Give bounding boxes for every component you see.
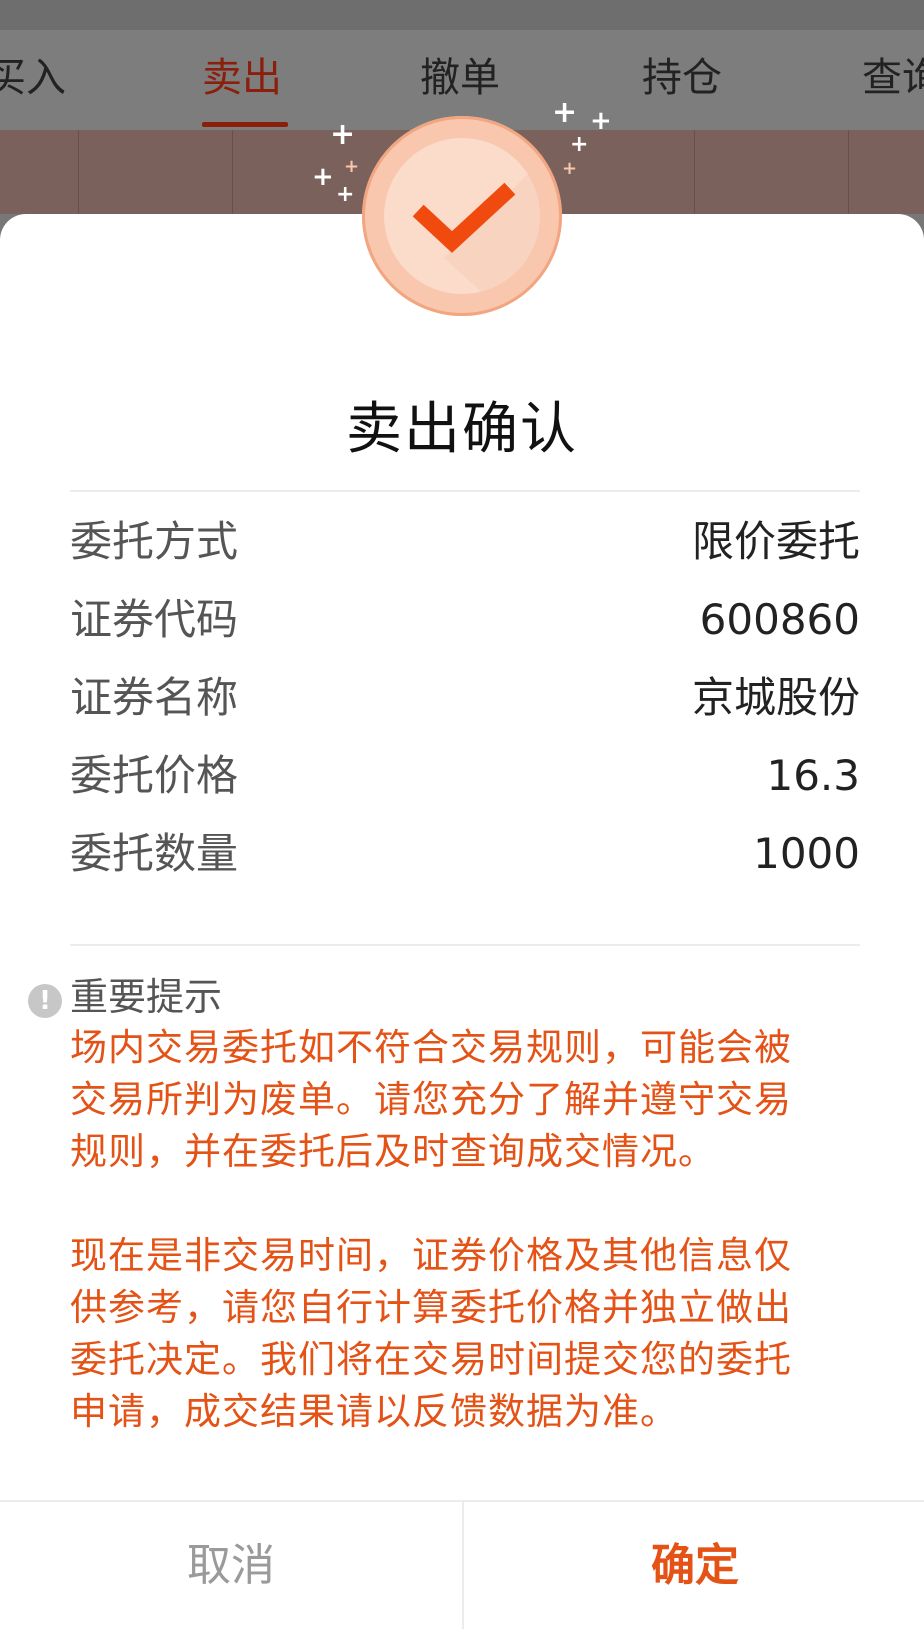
info-icon: !: [28, 984, 62, 1018]
notice-line: 现在是非交易时间，证券价格及其他信息仅: [70, 1234, 792, 1277]
divider: [70, 944, 860, 946]
notice-line: 供参考，请您自行计算委托价格并独立做出: [70, 1286, 792, 1329]
divider: [70, 490, 860, 492]
dialog-title: 卖出确认: [346, 397, 578, 462]
notice-title: 重要提示: [70, 975, 223, 1019]
tab-query[interactable]: 查询: [862, 48, 924, 108]
tab-buy[interactable]: 买入: [0, 48, 66, 108]
row-value: 限价委托: [691, 517, 860, 566]
notice-line: 规则，并在委托后及时查询成交情况。: [70, 1130, 716, 1173]
order-quantity-row: 委托数量 1000: [70, 816, 860, 892]
sparkle-icon: +: [336, 182, 355, 207]
sparkle-icon: +: [330, 117, 356, 152]
notice-line: 委托决定。我们将在交易时间提交您的委托: [70, 1338, 792, 1381]
sparkle-icon: +: [312, 162, 334, 192]
order-type-row: 委托方式 限价委托: [70, 504, 860, 580]
confirm-button[interactable]: 确定: [462, 1502, 924, 1629]
notice-line: 申请，成交结果请以反馈数据为准。: [70, 1390, 678, 1433]
row-label: 证券代码: [70, 595, 239, 644]
tab-cancel-order[interactable]: 撤单: [420, 48, 500, 108]
success-badge: [362, 116, 562, 316]
security-code-row: 证券代码 600860: [70, 582, 860, 658]
row-value: 京城股份: [691, 673, 860, 722]
row-value: 16.3: [766, 751, 860, 800]
active-tab-indicator: [202, 122, 288, 127]
row-label: 委托数量: [70, 829, 239, 878]
trade-tab-bar: 买入 卖出 撤单 持仓 查询: [0, 30, 924, 130]
check-icon: [384, 138, 540, 294]
row-value: 600860: [699, 595, 860, 644]
row-label: 委托方式: [70, 517, 239, 566]
row-label: 委托价格: [70, 751, 239, 800]
tab-sell[interactable]: 卖出: [202, 48, 282, 108]
notice-line: 场内交易委托如不符合交易规则，可能会被: [70, 1026, 792, 1069]
sparkle-icon: +: [344, 156, 360, 177]
cancel-button[interactable]: 取消: [0, 1502, 462, 1629]
sparkle-icon: +: [590, 106, 612, 136]
row-label: 证券名称: [70, 673, 239, 722]
status-bar: [0, 0, 924, 30]
row-value: 1000: [753, 829, 860, 878]
tab-positions[interactable]: 持仓: [642, 48, 722, 108]
sparkle-icon: +: [552, 95, 578, 130]
security-name-row: 证券名称 京城股份: [70, 660, 860, 736]
sell-confirm-dialog: 卖出确认 委托方式 限价委托 证券代码 600860 证券名称 京城股份 委托价…: [0, 214, 924, 1627]
order-price-row: 委托价格 16.3: [70, 738, 860, 814]
notice-line: 交易所判为废单。请您充分了解并遵守交易: [70, 1078, 792, 1121]
dialog-button-bar: 取消 确定: [0, 1500, 924, 1629]
sparkle-icon: +: [562, 158, 578, 179]
